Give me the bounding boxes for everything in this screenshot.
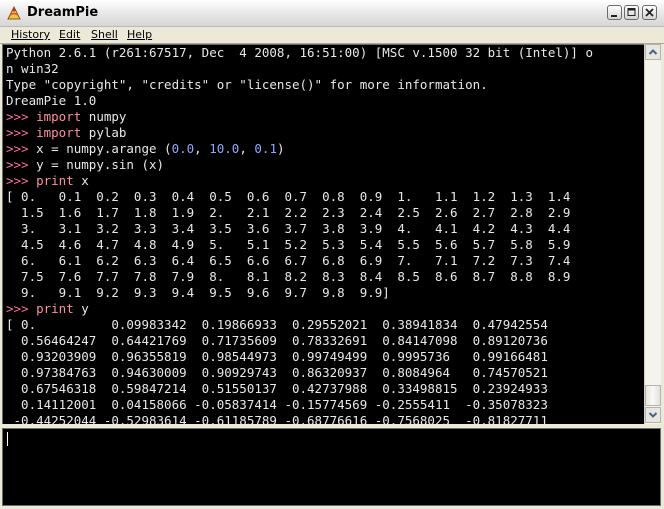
prompt-marker: >>>	[6, 301, 37, 316]
output-text-segment: 9. 9.1 9.2 9.3 9.4 9.5 9.6 9.7 9.8 9.9]	[6, 285, 390, 300]
title-bar[interactable]: DreamPie	[0, 0, 664, 27]
output-text-segment: x	[73, 173, 89, 188]
output-line: >>> import numpy	[6, 109, 593, 125]
output-text-segment: DreamPie 1.0	[6, 93, 97, 108]
window-title: DreamPie	[27, 5, 99, 20]
menu-help[interactable]: Help	[127, 28, 152, 41]
output-line: 0.56464247 0.64421769 0.71735609 0.78332…	[6, 333, 593, 349]
output-text-segment: 6. 6.1 6.2 6.3 6.4 6.5 6.6 6.7 6.8 6.9 7…	[6, 253, 571, 268]
dreampie-window: DreamPie History Edit Shell Help Python …	[0, 0, 664, 509]
menu-edit-label: Edit	[59, 28, 81, 41]
prompt-marker: >>>	[6, 109, 37, 124]
output-line: 9. 9.1 9.2 9.3 9.4 9.5 9.6 9.7 9.8 9.9]	[6, 285, 593, 301]
output-line: >>> x = numpy.arange (0.0, 10.0, 0.1)	[6, 141, 593, 157]
output-text-segment: numpy	[81, 109, 127, 124]
output-text-segment: [ 0. 0.09983342 0.19866933 0.29552021 0.…	[6, 317, 548, 332]
number-literal: 0.1	[254, 141, 277, 156]
output-text-segment: 3. 3.1 3.2 3.3 3.4 3.5 3.6 3.7 3.8 3.9 4…	[6, 221, 571, 236]
output-text-segment: n win32	[6, 61, 59, 76]
chevron-up-icon	[648, 49, 658, 55]
output-line: n win32	[6, 61, 593, 77]
output-line: Python 2.6.1 (r261:67517, Dec 4 2008, 16…	[6, 45, 593, 61]
menu-help-label: Help	[127, 28, 153, 41]
output-pane[interactable]: Python 2.6.1 (r261:67517, Dec 4 2008, 16…	[2, 44, 644, 424]
output-line: 6. 6.1 6.2 6.3 6.4 6.5 6.6 6.7 6.8 6.9 7…	[6, 253, 593, 269]
output-text-segment: y	[73, 301, 89, 316]
output-text-segment: 0.14112001 0.04158066 -0.05837414 -0.157…	[6, 397, 548, 412]
menu-shell[interactable]: Shell	[91, 28, 118, 41]
output-line: >>> print y	[6, 301, 593, 317]
output-line: DreamPie 1.0	[6, 93, 593, 109]
chevron-down-icon	[648, 412, 658, 418]
scroll-thumb[interactable]	[645, 385, 661, 406]
menu-history[interactable]: History	[11, 28, 50, 41]
menu-edit[interactable]: Edit	[59, 28, 80, 41]
output-text-segment: 0.93203909 0.96355819 0.98544973 0.99749…	[6, 349, 548, 364]
menu-history-label: History	[11, 28, 51, 41]
menu-shell-label: Shell	[91, 28, 118, 41]
minimize-button[interactable]	[607, 5, 622, 20]
output-line: -0.44252044 -0.52983614 -0.61185789 -0.6…	[6, 413, 593, 424]
keyword-text: print	[36, 301, 74, 316]
output-line: [ 0. 0.09983342 0.19866933 0.29552021 0.…	[6, 317, 593, 333]
code-input-pane[interactable]	[2, 428, 661, 506]
output-line: 0.93203909 0.96355819 0.98544973 0.99749…	[6, 349, 593, 365]
output-text-segment: Type "copyright", "credits" or "license(…	[6, 77, 488, 92]
maximize-button[interactable]	[624, 5, 639, 20]
output-text-segment: )	[276, 141, 285, 156]
prompt-marker: >>>	[6, 157, 37, 172]
output-text-segment: 1.5 1.6 1.7 1.8 1.9 2. 2.1 2.2 2.3 2.4 2…	[6, 205, 571, 220]
number-literal: 0.0	[171, 141, 195, 156]
output-line: 7.5 7.6 7.7 7.8 7.9 8. 8.1 8.2 8.3 8.4 8…	[6, 269, 593, 285]
prompt-marker: >>>	[6, 125, 37, 140]
output-text-segment: y = numpy.sin (x)	[36, 157, 165, 172]
keyword-text: print	[36, 173, 74, 188]
output-text: Python 2.6.1 (r261:67517, Dec 4 2008, 16…	[6, 45, 593, 424]
keyword-text: import	[36, 109, 82, 124]
output-text-segment: [ 0. 0.1 0.2 0.3 0.4 0.5 0.6 0.7 0.8 0.9…	[6, 189, 571, 204]
output-text-segment: 7.5 7.6 7.7 7.8 7.9 8. 8.1 8.2 8.3 8.4 8…	[6, 269, 571, 284]
menu-bar: History Edit Shell Help	[0, 27, 664, 43]
output-line: >>> print x	[6, 173, 593, 189]
output-text-segment: 4.5 4.6 4.7 4.8 4.9 5. 5.1 5.2 5.3 5.4 5…	[6, 237, 571, 252]
output-text-segment: Python 2.6.1 (r261:67517, Dec 4 2008, 16…	[6, 45, 593, 60]
output-line: 4.5 4.6 4.7 4.8 4.9 5. 5.1 5.2 5.3 5.4 5…	[6, 237, 593, 253]
output-text-segment: pylab	[81, 125, 127, 140]
scroll-down-button[interactable]	[645, 407, 661, 423]
scroll-up-button[interactable]	[645, 44, 661, 60]
output-text-segment: x = numpy.arange (	[36, 141, 172, 156]
text-caret	[7, 432, 8, 446]
output-line: 3. 3.1 3.2 3.3 3.4 3.5 3.6 3.7 3.8 3.9 4…	[6, 221, 593, 237]
output-line: Type "copyright", "credits" or "license(…	[6, 77, 593, 93]
prompt-marker: >>>	[6, 173, 37, 188]
maximize-icon	[627, 8, 636, 16]
output-text-segment: -0.44252044 -0.52983614 -0.61185789 -0.6…	[6, 413, 548, 424]
output-line: >>> y = numpy.sin (x)	[6, 157, 593, 173]
output-text-segment: 0.97384763 0.94630009 0.90929743 0.86320…	[6, 365, 548, 380]
output-line: [ 0. 0.1 0.2 0.3 0.4 0.5 0.6 0.7 0.8 0.9…	[6, 189, 593, 205]
number-literal: 10.0	[209, 141, 240, 156]
output-line: 1.5 1.6 1.7 1.8 1.9 2. 2.1 2.2 2.3 2.4 2…	[6, 205, 593, 221]
close-button[interactable]	[642, 5, 657, 20]
output-line: 0.14112001 0.04158066 -0.05837414 -0.157…	[6, 397, 593, 413]
keyword-text: import	[36, 125, 82, 140]
minimize-icon	[611, 15, 617, 17]
output-line: 0.97384763 0.94630009 0.90929743 0.86320…	[6, 365, 593, 381]
output-scrollbar[interactable]	[644, 44, 661, 424]
dreampie-app-icon	[6, 5, 22, 21]
close-icon	[645, 8, 654, 17]
output-text-segment: ,	[194, 141, 210, 156]
output-text-segment: 0.67546318 0.59847214 0.51550137 0.42737…	[6, 381, 548, 396]
output-line: >>> import pylab	[6, 125, 593, 141]
output-line: 0.67546318 0.59847214 0.51550137 0.42737…	[6, 381, 593, 397]
prompt-marker: >>>	[6, 141, 37, 156]
output-text-segment: ,	[239, 141, 255, 156]
output-text-segment: 0.56464247 0.64421769 0.71735609 0.78332…	[6, 333, 548, 348]
